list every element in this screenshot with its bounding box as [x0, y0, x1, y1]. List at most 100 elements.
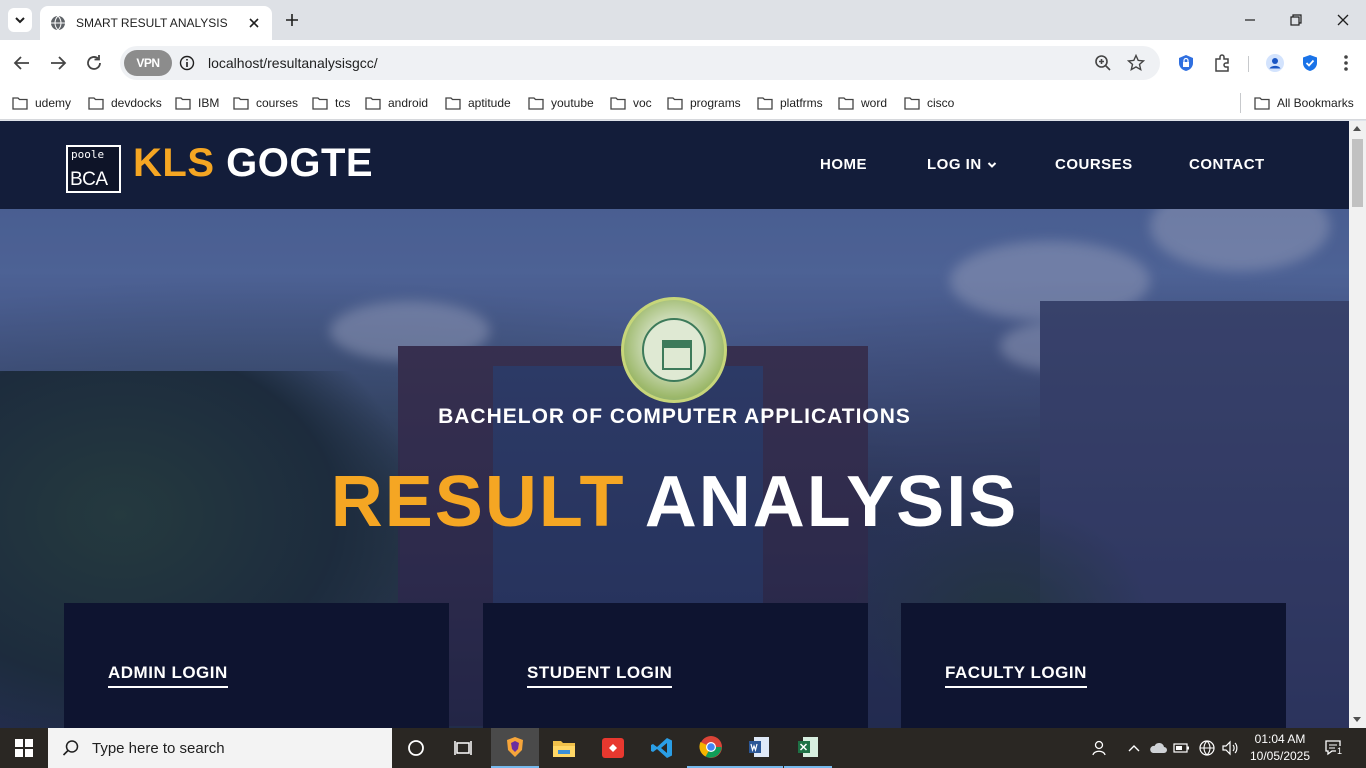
- bookmark-label: udemy: [35, 96, 72, 110]
- nav-contact[interactable]: CONTACT: [1189, 156, 1265, 173]
- bookmark-voc[interactable]: voc: [610, 93, 652, 113]
- bookmark-label: voc: [633, 96, 652, 110]
- zoom-icon[interactable]: [1092, 52, 1114, 74]
- bookmark-tcs[interactable]: tcs: [312, 93, 350, 113]
- bookmark-youtube[interactable]: youtube: [528, 93, 594, 113]
- site-info-icon[interactable]: [178, 54, 196, 72]
- chevron-down-icon: [15, 17, 25, 24]
- windows-taskbar: Type here to search 01:04 AM 10/05/2025 …: [0, 728, 1366, 768]
- nav-home[interactable]: HOME: [820, 156, 867, 173]
- minimize-button[interactable]: [1238, 8, 1262, 32]
- admin-login-card[interactable]: ADMIN LOGIN: [64, 603, 449, 728]
- taskbar-word[interactable]: [735, 728, 783, 768]
- people-icon[interactable]: [1090, 738, 1110, 758]
- bookmarks-divider: [1240, 93, 1241, 113]
- restore-icon: [1290, 14, 1302, 26]
- bookmark-label: aptitude: [468, 96, 511, 110]
- scroll-up-arrow-icon[interactable]: [1353, 126, 1361, 131]
- scrollbar-thumb[interactable]: [1352, 139, 1363, 207]
- profile-avatar-icon[interactable]: [1264, 52, 1286, 74]
- bookmark-label: word: [861, 96, 888, 110]
- bookmark-star-icon[interactable]: [1125, 52, 1147, 74]
- nav-courses[interactable]: COURSES: [1055, 156, 1133, 173]
- search-icon: [62, 740, 79, 756]
- browser-tab-active[interactable]: SMART RESULT ANALYSIS: [40, 6, 272, 40]
- faculty-login-card[interactable]: FACULTY LOGIN: [901, 603, 1286, 728]
- bookmark-word[interactable]: word: [838, 93, 887, 113]
- address-bar[interactable]: VPN localhost/resultanalysisgcc/: [120, 46, 1160, 80]
- system-clock[interactable]: 01:04 AM 10/05/2025: [1240, 731, 1320, 765]
- network-globe-icon[interactable]: [1197, 738, 1217, 758]
- taskbar-vscode[interactable]: [638, 728, 686, 768]
- bookmark-courses[interactable]: courses: [233, 93, 298, 113]
- new-tab-button[interactable]: [282, 10, 302, 30]
- bookmark-label: android: [388, 96, 429, 110]
- vpn-shield-extension-icon[interactable]: [1175, 52, 1197, 74]
- admin-login-link[interactable]: ADMIN LOGIN: [108, 663, 228, 688]
- taskbar-chrome[interactable]: [687, 728, 735, 768]
- scroll-down-arrow-icon[interactable]: [1353, 717, 1361, 722]
- excel-icon: [798, 737, 818, 757]
- folder-icon: [757, 97, 773, 110]
- taskbar-git-app[interactable]: [589, 728, 637, 768]
- cortana-circle-icon: [408, 740, 424, 756]
- battery-icon[interactable]: [1172, 738, 1192, 758]
- bookmark-cisco[interactable]: cisco: [904, 93, 954, 113]
- bookmark-label: platfrms: [780, 96, 823, 110]
- folder-icon: [610, 97, 626, 110]
- student-login-card[interactable]: STUDENT LOGIN: [483, 603, 868, 728]
- all-bookmarks-button[interactable]: All Bookmarks: [1254, 93, 1354, 113]
- site-header: poole BCA KLS GOGTE HOME LOG IN COURSES …: [0, 121, 1349, 209]
- bookmark-android[interactable]: android: [365, 93, 428, 113]
- browser-menu-icon[interactable]: [1335, 52, 1357, 74]
- volume-icon[interactable]: [1220, 738, 1240, 758]
- bookmark-programs[interactable]: programs: [667, 93, 741, 113]
- folder-icon: [838, 97, 854, 110]
- tab-close-icon[interactable]: [246, 15, 262, 31]
- bookmark-udemy[interactable]: udemy: [12, 93, 71, 113]
- tab-search-button[interactable]: [8, 8, 32, 32]
- git-app-icon: [602, 738, 624, 758]
- nav-login-dropdown[interactable]: LOG IN: [927, 156, 997, 173]
- chevron-up-icon[interactable]: [1124, 738, 1144, 758]
- forward-button[interactable]: [46, 51, 70, 75]
- faculty-login-link[interactable]: FACULTY LOGIN: [945, 663, 1087, 688]
- bookmark-platfrms[interactable]: platfrms: [757, 93, 823, 113]
- taskbar-file-explorer[interactable]: [540, 728, 588, 768]
- site-logo[interactable]: poole BCA: [66, 145, 121, 193]
- bookmark-ibm[interactable]: IBM: [175, 93, 219, 113]
- page-scrollbar[interactable]: [1349, 121, 1366, 728]
- task-view-icon: [454, 741, 472, 755]
- url-text[interactable]: localhost/resultanalysisgcc/: [208, 55, 378, 71]
- folder-icon: [312, 97, 328, 110]
- reload-button[interactable]: [82, 51, 106, 75]
- browser-toolbar: VPN localhost/resultanalysisgcc/: [0, 40, 1366, 86]
- vpn-button[interactable]: VPN: [124, 50, 172, 76]
- onedrive-icon[interactable]: [1148, 738, 1168, 758]
- security-shield-icon[interactable]: [1299, 52, 1321, 74]
- taskbar-brave-browser[interactable]: [491, 728, 539, 768]
- start-button[interactable]: [0, 728, 48, 768]
- taskbar-excel[interactable]: [784, 728, 832, 768]
- close-window-button[interactable]: [1331, 8, 1355, 32]
- cortana-button[interactable]: [392, 728, 440, 768]
- brand-name[interactable]: KLS GOGTE: [133, 141, 373, 186]
- extensions-puzzle-icon[interactable]: [1211, 52, 1233, 74]
- college-seal-logo: [621, 297, 727, 403]
- arrow-left-icon: [13, 56, 29, 70]
- bookmark-label: devdocks: [111, 96, 162, 110]
- notification-center-icon[interactable]: 1: [1324, 738, 1344, 758]
- task-view-button[interactable]: [440, 728, 488, 768]
- folder-icon: [88, 97, 104, 110]
- hero-title: RESULT ANALYSIS: [0, 461, 1349, 543]
- folder-icon: [365, 97, 381, 110]
- student-login-link[interactable]: STUDENT LOGIN: [527, 663, 673, 688]
- brave-browser-icon: [507, 737, 523, 757]
- folder-icon: [528, 97, 544, 110]
- bookmark-devdocks[interactable]: devdocks: [88, 93, 162, 113]
- close-icon: [1337, 14, 1349, 26]
- back-button[interactable]: [10, 51, 34, 75]
- restore-button[interactable]: [1284, 8, 1308, 32]
- taskbar-search[interactable]: Type here to search: [48, 728, 392, 768]
- bookmark-aptitude[interactable]: aptitude: [445, 93, 511, 113]
